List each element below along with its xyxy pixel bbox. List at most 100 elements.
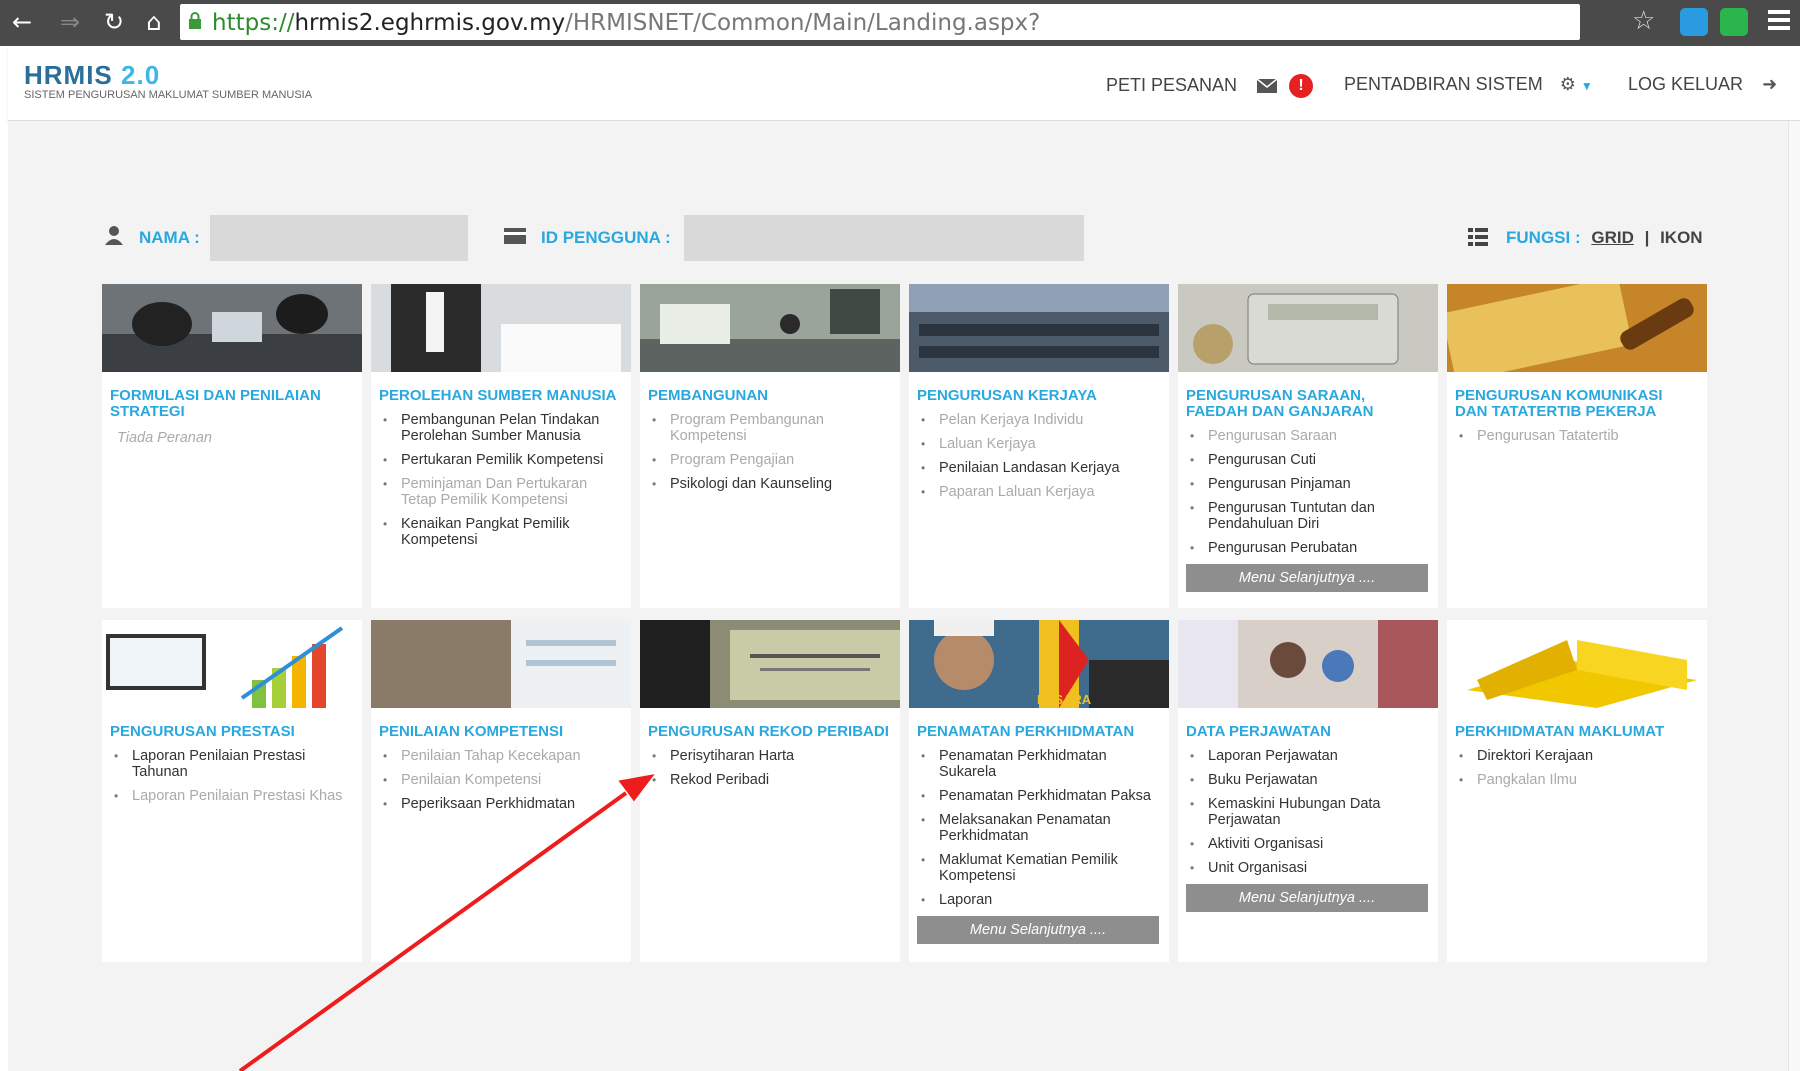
menu-item-disabled: Laluan Kerjaya	[921, 436, 1161, 452]
tile-kompetensi[interactable]: PENILAIAN KOMPETENSI Penilaian Tahap Kec…	[371, 620, 631, 962]
tile-title[interactable]: DATA PERJAWATAN	[1186, 724, 1430, 740]
tile-title[interactable]: PENGURUSAN SARAAN, FAEDAH DAN GANJARAN	[1186, 388, 1430, 420]
tile-perolehan[interactable]: PEROLEHAN SUMBER MANUSIA Pembangunan Pel…	[371, 284, 631, 608]
browser-toolbar: ← ⇒ ↻ ⌂ https://hrmis2.eghrmis.gov.my/HR…	[0, 0, 1800, 46]
admin-menu[interactable]: PENTADBIRAN SISTEM ⚙ ▼	[1344, 74, 1593, 95]
bookmark-star-icon[interactable]: ☆	[1632, 6, 1655, 36]
grid-view-link[interactable]: GRID	[1591, 228, 1634, 247]
tile-image	[102, 284, 362, 372]
menu-item[interactable]: Pengurusan Cuti	[1190, 452, 1430, 468]
more-menu-button[interactable]: Menu Selanjutnya ....	[1186, 884, 1428, 912]
menu-item[interactable]: Buku Perjawatan	[1190, 772, 1430, 788]
logout-icon: ➜	[1762, 74, 1778, 95]
menu-item[interactable]: Maklumat Kematian Pemilik Kompetensi	[921, 852, 1161, 884]
address-bar[interactable]: https://hrmis2.eghrmis.gov.my/HRMISNET/C…	[180, 4, 1580, 40]
inbox-alert-badge: !	[1289, 74, 1314, 98]
tile-menu: Penamatan Perkhidmatan Sukarela Penamata…	[909, 748, 1169, 908]
list-view-icon	[1468, 228, 1488, 246]
envelope-icon	[1256, 78, 1278, 93]
caret-down-icon: ▼	[1580, 79, 1593, 93]
menu-item-disabled: Program Pembangunan Kompetensi	[652, 412, 892, 444]
tile-image	[1178, 284, 1438, 372]
tile-title[interactable]: PENGURUSAN KOMUNIKASI DAN TATATERTIB PEK…	[1455, 388, 1699, 420]
tile-title[interactable]: PENGURUSAN PRESTASI	[110, 724, 354, 740]
app-header: HRMIS 2.0 SISTEM PENGURUSAN MAKLUMAT SUM…	[8, 46, 1800, 121]
menu-item[interactable]: Penamatan Perkhidmatan Paksa	[921, 788, 1161, 804]
menu-item[interactable]: Pengurusan Tuntutan dan Pendahuluan Diri	[1190, 500, 1430, 532]
menu-item[interactable]: Aktiviti Organisasi	[1190, 836, 1430, 852]
menu-item-disabled: Penilaian Kompetensi	[383, 772, 623, 788]
tile-image: PESARA	[909, 620, 1169, 708]
fungsi-label: FUNGSI :	[1506, 228, 1581, 247]
icon-view-link[interactable]: IKON	[1660, 228, 1703, 247]
tile-prestasi[interactable]: PENGURUSAN PRESTASI Laporan Penilaian Pr…	[102, 620, 362, 962]
tile-image	[102, 620, 362, 708]
tile-title[interactable]: PEROLEHAN SUMBER MANUSIA	[379, 388, 623, 404]
tile-menu: Pembangunan Pelan Tindakan Perolehan Sum…	[371, 412, 631, 548]
tile-menu: Perisytiharan Harta Rekod Peribadi	[640, 748, 900, 788]
hrmis-logo[interactable]: HRMIS 2.0	[24, 60, 160, 91]
menu-item[interactable]: Psikologi dan Kaunseling	[652, 476, 892, 492]
tile-pembangunan[interactable]: PEMBANGUNAN Program Pembangunan Kompeten…	[640, 284, 900, 608]
tile-perjawatan[interactable]: DATA PERJAWATAN Laporan Perjawatan Buku …	[1178, 620, 1438, 962]
menu-item[interactable]: Pembangunan Pelan Tindakan Perolehan Sum…	[383, 412, 623, 444]
tile-title[interactable]: PENGURUSAN REKOD PERIBADI	[648, 724, 892, 740]
admin-label: PENTADBIRAN SISTEM	[1344, 74, 1543, 94]
menu-item[interactable]: Melaksanakan Penamatan Perkhidmatan	[921, 812, 1161, 844]
menu-item[interactable]: Penilaian Landasan Kerjaya	[921, 460, 1161, 476]
menu-item[interactable]: Perisytiharan Harta	[652, 748, 892, 764]
tile-rekod-peribadi[interactable]: PENGURUSAN REKOD PERIBADI Perisytiharan …	[640, 620, 900, 962]
user-id-label: ID PENGGUNA :	[541, 228, 671, 247]
browser-menu-icon[interactable]	[1768, 10, 1790, 34]
menu-item[interactable]: Peperiksaan Perkhidmatan	[383, 796, 623, 812]
menu-item[interactable]: Penamatan Perkhidmatan Sukarela	[921, 748, 1161, 780]
tile-komunikasi[interactable]: PENGURUSAN KOMUNIKASI DAN TATATERTIB PEK…	[1447, 284, 1707, 608]
name-label: NAMA :	[139, 228, 200, 247]
menu-item[interactable]: Kenaikan Pangkat Pemilik Kompetensi	[383, 516, 623, 548]
tile-saraan[interactable]: PENGURUSAN SARAAN, FAEDAH DAN GANJARAN P…	[1178, 284, 1438, 608]
more-menu-button[interactable]: Menu Selanjutnya ....	[1186, 564, 1428, 592]
lock-icon	[189, 12, 201, 29]
back-icon[interactable]: ←	[8, 8, 36, 36]
tile-image	[1447, 620, 1707, 708]
tile-title[interactable]: PERKHIDMATAN MAKLUMAT	[1455, 724, 1699, 740]
tile-title[interactable]: PENGURUSAN KERJAYA	[917, 388, 1161, 404]
inbox-link[interactable]: PETI PESANAN !	[1106, 74, 1314, 98]
tile-kerjaya[interactable]: PENGURUSAN KERJAYA Pelan Kerjaya Individ…	[909, 284, 1169, 608]
tile-title[interactable]: PENAMATAN PERKHIDMATAN	[917, 724, 1161, 740]
tile-image	[640, 620, 900, 708]
menu-item-rekod-peribadi[interactable]: Rekod Peribadi	[652, 772, 892, 788]
tile-title[interactable]: FORMULASI DAN PENILAIAN STRATEGI	[110, 388, 354, 420]
menu-item-disabled: Paparan Laluan Kerjaya	[921, 484, 1161, 500]
tile-formulasi[interactable]: FORMULASI DAN PENILAIAN STRATEGI Tiada P…	[102, 284, 362, 608]
reload-icon[interactable]: ↻	[100, 8, 128, 36]
menu-item[interactable]: Unit Organisasi	[1190, 860, 1430, 876]
menu-item[interactable]: Laporan	[921, 892, 1161, 908]
menu-item[interactable]: Laporan Penilaian Prestasi Tahunan	[114, 748, 354, 780]
tile-title[interactable]: PENILAIAN KOMPETENSI	[379, 724, 623, 740]
menu-item[interactable]: Pertukaran Pemilik Kompetensi	[383, 452, 623, 468]
tile-menu: Laporan Penilaian Prestasi Tahunan Lapor…	[102, 748, 362, 804]
menu-item[interactable]: Pengurusan Pinjaman	[1190, 476, 1430, 492]
cloud-extension-icon[interactable]	[1680, 8, 1708, 36]
tile-title[interactable]: PEMBANGUNAN	[648, 388, 892, 404]
page-scrollbar[interactable]	[1788, 121, 1800, 1071]
tile-image	[909, 284, 1169, 372]
tile-penamatan[interactable]: PESARA PENAMATAN PERKHIDMATAN Penamatan …	[909, 620, 1169, 962]
logout-link[interactable]: LOG KELUAR ➜	[1628, 74, 1777, 95]
forward-icon[interactable]: ⇒	[56, 8, 84, 36]
menu-item-disabled: Laporan Penilaian Prestasi Khas	[114, 788, 354, 804]
more-menu-button[interactable]: Menu Selanjutnya ....	[917, 916, 1159, 944]
menu-item[interactable]: Direktori Kerajaan	[1459, 748, 1699, 764]
menu-item[interactable]: Pengurusan Perubatan	[1190, 540, 1430, 556]
home-icon[interactable]: ⌂	[140, 8, 168, 36]
user-id-field	[684, 215, 1084, 261]
grammarly-extension-icon[interactable]	[1720, 8, 1748, 36]
pesara-image-label: PESARA	[1037, 692, 1092, 707]
tile-menu: Laporan Perjawatan Buku Perjawatan Kemas…	[1178, 748, 1438, 876]
tile-maklumat[interactable]: PERKHIDMATAN MAKLUMAT Direktori Kerajaan…	[1447, 620, 1707, 962]
menu-item[interactable]: Laporan Perjawatan	[1190, 748, 1430, 764]
view-separator: |	[1644, 228, 1650, 247]
menu-item[interactable]: Kemaskini Hubungan Data Perjawatan	[1190, 796, 1430, 828]
tile-menu: Program Pembangunan Kompetensi Program P…	[640, 412, 900, 492]
